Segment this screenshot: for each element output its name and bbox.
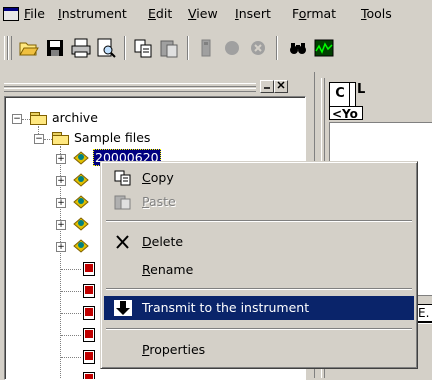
expand-icon[interactable]: +: [56, 176, 66, 186]
menu-edit[interactable]: Edit: [148, 6, 172, 21]
toolbar-separator: [124, 36, 126, 60]
instrument-folder-icon: [73, 173, 89, 187]
delete-icon: [116, 235, 129, 249]
menu-label: R: [142, 262, 151, 277]
instrument-icon[interactable]: [195, 37, 217, 59]
tree-node-archive[interactable]: archive: [52, 110, 98, 125]
chart-icon[interactable]: [313, 37, 335, 59]
collapse-icon[interactable]: −: [34, 134, 44, 144]
find-icon[interactable]: [287, 37, 309, 59]
context-menu: Copy Paste Delete Rename Transmit to the…: [100, 161, 418, 369]
menu-view[interactable]: View: [188, 6, 218, 21]
menu-label: elete: [151, 234, 184, 249]
cell-text[interactable]: <Yo: [329, 106, 363, 120]
document-icon: [83, 284, 95, 298]
menu-file[interactable]: File: [24, 6, 45, 21]
menu-label: ename: [150, 262, 194, 277]
paste-icon: [114, 195, 131, 210]
menu-label: C: [142, 170, 151, 185]
collapse-icon[interactable]: −: [12, 114, 22, 124]
menu-separator: [106, 288, 412, 290]
document-icon: [83, 372, 95, 379]
menu-format[interactable]: Format: [292, 6, 336, 21]
tree-line: [61, 335, 81, 336]
record-icon[interactable]: [221, 37, 243, 59]
tree-line: [22, 119, 30, 120]
down-arrow-icon: [114, 300, 132, 316]
menu-label: P: [142, 194, 149, 209]
menu-bar: File Instrument Edit View Insert Format …: [0, 0, 432, 28]
expand-icon[interactable]: +: [56, 198, 66, 208]
instrument-folder-icon: [73, 195, 89, 209]
column-divider: [349, 82, 356, 108]
tree-line: [38, 126, 39, 134]
menu-label: aste: [148, 194, 176, 209]
folder-icon: [30, 112, 48, 125]
pane-minimize-button[interactable]: [260, 80, 274, 93]
menu-item-copy[interactable]: Copy: [104, 166, 414, 190]
print-preview-icon[interactable]: [95, 37, 117, 59]
tree-line: [61, 357, 81, 358]
menu-instrument[interactable]: Instrument: [58, 6, 127, 21]
app-icon[interactable]: [3, 7, 19, 21]
folder-icon: [52, 132, 70, 145]
menu-item-paste[interactable]: Paste: [104, 190, 414, 214]
instrument-folder-icon: [73, 239, 89, 253]
print-icon[interactable]: [70, 37, 92, 59]
tree-line: [44, 139, 52, 140]
menu-label: D: [142, 234, 152, 249]
expand-icon[interactable]: +: [56, 154, 66, 164]
menu-separator: [106, 328, 412, 330]
column-header-l[interactable]: L: [357, 82, 365, 97]
stop-icon[interactable]: [247, 37, 269, 59]
instrument-folder-icon: [73, 217, 89, 231]
menu-label: roperties: [149, 342, 206, 357]
tree-line: [61, 313, 81, 314]
menu-item-rename[interactable]: Rename: [104, 258, 414, 282]
toolbar-separator: [276, 36, 278, 60]
document-icon: [83, 350, 95, 364]
toolbar-grip-2: [8, 36, 12, 60]
tree-node-sample-files[interactable]: Sample files: [74, 130, 150, 145]
paste-icon[interactable]: [158, 37, 180, 59]
pane-header: [4, 80, 304, 94]
document-icon: [83, 328, 95, 342]
menu-item-transmit[interactable]: Transmit to the instrument: [104, 296, 414, 320]
pane-grip[interactable]: [4, 83, 256, 87]
menu-separator: [106, 220, 412, 222]
menu-item-properties[interactable]: Properties: [104, 338, 414, 362]
tree-line: [61, 291, 81, 292]
pane-close-button[interactable]: [274, 80, 288, 93]
copy-icon[interactable]: [132, 37, 154, 59]
document-icon: [83, 306, 95, 320]
menu-label: Transmit to the instrument: [142, 300, 310, 315]
toolbar: [0, 28, 432, 68]
instrument-folder-icon: [73, 151, 89, 165]
save-icon[interactable]: [44, 37, 66, 59]
expand-icon[interactable]: +: [56, 242, 66, 252]
menu-tools[interactable]: Tools: [361, 6, 392, 21]
document-icon: [83, 262, 95, 276]
open-folder-icon[interactable]: [18, 37, 40, 59]
tree-line: [61, 269, 81, 270]
toolbar-separator: [187, 36, 189, 60]
menu-item-delete[interactable]: Delete: [104, 230, 414, 254]
copy-icon: [114, 170, 131, 186]
menu-label: opy: [150, 170, 174, 185]
column-header-c[interactable]: C: [329, 82, 351, 108]
pane-grip[interactable]: [4, 88, 256, 92]
expand-icon[interactable]: +: [56, 220, 66, 230]
menu-insert[interactable]: Insert: [235, 6, 271, 21]
